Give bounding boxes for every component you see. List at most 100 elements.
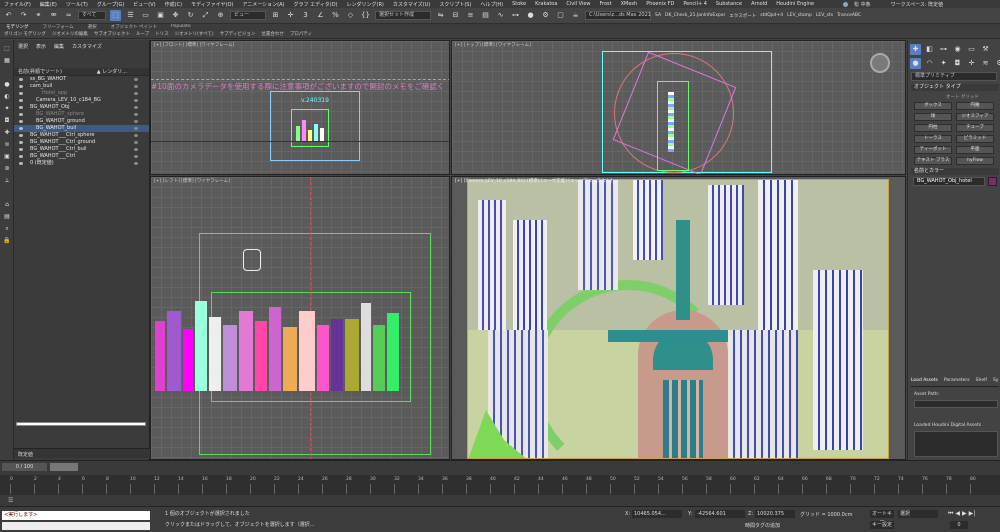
- create-menu[interactable]: 作成(C): [165, 1, 182, 8]
- create-tab-icon[interactable]: ✚: [910, 44, 921, 55]
- graph-editors-menu[interactable]: グラフ エディタ(D): [294, 1, 338, 8]
- explorer-row[interactable]: BG_WAHOT_sphere: [14, 111, 149, 118]
- render-toggle-icon[interactable]: [134, 106, 138, 109]
- asset-path-field[interactable]: [914, 400, 998, 408]
- ribbon-properties[interactable]: プロパティ: [290, 31, 312, 38]
- explorer-row[interactable]: BG_WAHOT_ground: [14, 118, 149, 125]
- explorer-row[interactable]: BG_WAHOT_buil: [14, 125, 149, 132]
- timeline-menu-icon[interactable]: ☰: [8, 497, 22, 505]
- display-tab-icon[interactable]: ▭: [966, 44, 977, 55]
- plane-button[interactable]: 平面: [956, 146, 994, 154]
- autogrid-checkbox[interactable]: オート グリッド: [946, 94, 979, 100]
- ribbon-tab-populate[interactable]: Populate: [171, 24, 191, 31]
- visibility-eye-icon[interactable]: [19, 78, 23, 81]
- hyflow-button[interactable]: hyFlow: [956, 157, 994, 165]
- geosphere-button[interactable]: ジオスフィア: [956, 113, 994, 121]
- ribbon-tab-selection[interactable]: 選択: [88, 24, 97, 31]
- cone-button[interactable]: 円錐: [956, 102, 994, 110]
- scripting-menu[interactable]: スクリプト(S): [439, 1, 471, 8]
- motion-tab-icon[interactable]: ◉: [952, 44, 963, 55]
- visibility-eye-icon[interactable]: [19, 134, 23, 137]
- explorer-row[interactable]: BG_WAHOT___Ctrl_sphere: [14, 132, 149, 139]
- loaded-assets-list[interactable]: [914, 431, 998, 457]
- visibility-eye-icon[interactable]: [19, 162, 23, 165]
- viewport-left-label[interactable]: [+] [レフト] [標準] [ワイヤフレーム]: [154, 178, 230, 184]
- animation-menu[interactable]: アニメーション(A): [242, 1, 284, 8]
- ribbon-tab-freeform[interactable]: フリーフォーム: [43, 24, 74, 31]
- toolbar-tab-stdqpd[interactable]: stdQpd+4: [760, 13, 783, 18]
- load-assets-tab[interactable]: Load Assets: [911, 378, 938, 386]
- filter-geometry-icon[interactable]: ●: [2, 80, 12, 90]
- spacewarps-icon[interactable]: ≋: [980, 58, 991, 69]
- toggle-ribbon-icon[interactable]: ▤: [480, 10, 491, 21]
- modify-tab-icon[interactable]: ◧: [924, 44, 935, 55]
- explorer-row[interactable]: ss_BG_WAHOT: [14, 76, 149, 83]
- phoenix-fd-menu[interactable]: Phoenix FD: [646, 1, 674, 7]
- tube-button[interactable]: チューブ: [956, 124, 994, 132]
- lock-icon[interactable]: 🔒: [2, 236, 12, 246]
- object-color-swatch[interactable]: [988, 177, 997, 186]
- sphere-button[interactable]: 球: [914, 113, 952, 121]
- mirror-icon[interactable]: ⇋: [435, 10, 446, 21]
- parameters-tab[interactable]: Parameters: [944, 378, 970, 386]
- toolbar-tab-sa[interactable]: SA: [655, 13, 661, 18]
- rotate-icon[interactable]: ↻: [185, 10, 196, 21]
- explorer-row[interactable]: BG_WAHOT___Ctrl_ground: [14, 139, 149, 146]
- rendered-frame-icon[interactable]: ▢: [555, 10, 566, 21]
- textplus-button[interactable]: テキスト プラス: [914, 157, 952, 165]
- add-time-tag[interactable]: 時間タグの追加: [745, 522, 780, 529]
- explorer-row[interactable]: BG_WAHOT___Ctrl_buil: [14, 146, 149, 153]
- curve-editor-icon[interactable]: ∿: [495, 10, 506, 21]
- toolbar-tab-lev-sts[interactable]: LEV_sts: [816, 13, 833, 18]
- render-toggle-icon[interactable]: [134, 113, 138, 116]
- toolbar-tab-trance[interactable]: TranceABC: [837, 13, 861, 18]
- explorer-row[interactable]: cam_buil: [14, 83, 149, 90]
- user-name[interactable]: 松 中条: [854, 1, 871, 8]
- filter-groups-icon[interactable]: ▣: [2, 152, 12, 162]
- project-path-field[interactable]: C:\Users\z...ds Max 2021: [585, 11, 651, 20]
- render-setup-icon[interactable]: ⚙: [540, 10, 551, 21]
- object-name-field[interactable]: BG_WAHOT_Obj_hotel: [913, 177, 985, 186]
- maxscript-listener-field[interactable]: <実行します>: [2, 511, 150, 520]
- filter-lights-icon[interactable]: ✦: [2, 104, 12, 114]
- percent-snap-icon[interactable]: %: [330, 10, 341, 21]
- prev-frame-icon[interactable]: ◀: [955, 510, 960, 518]
- align-icon[interactable]: ⊟: [450, 10, 461, 21]
- layer-sort-icon[interactable]: ▤: [2, 212, 12, 222]
- explorer-display-icon[interactable]: ▦: [2, 56, 12, 66]
- link-icon[interactable]: ⚭: [33, 10, 44, 21]
- key-filter-dropdown[interactable]: 選択: [898, 510, 938, 518]
- ribbon-tris[interactable]: トリス: [155, 31, 169, 38]
- manipulate-icon[interactable]: ✛: [285, 10, 296, 21]
- viewport-left[interactable]: [+] [レフト] [標準] [ワイヤフレーム]: [150, 176, 450, 460]
- utilities-tab-icon[interactable]: ⚒: [980, 44, 991, 55]
- named-selection-set-field[interactable]: 選択セット作成: [375, 11, 431, 20]
- next-frame-icon[interactable]: ▶|: [969, 510, 976, 518]
- explorer-tab-edit[interactable]: 編集: [54, 43, 64, 50]
- x-coord-field[interactable]: 10465.054...: [632, 510, 682, 518]
- autokey-button[interactable]: オートキー: [870, 510, 894, 525]
- shelf-tab[interactable]: Shelf: [976, 378, 987, 386]
- render-toggle-icon[interactable]: [134, 127, 138, 130]
- explorer-tab-customize[interactable]: カスタマイズ: [72, 43, 102, 50]
- teapot-button[interactable]: ティーポット: [914, 146, 952, 154]
- user-icon[interactable]: [843, 1, 848, 7]
- visibility-eye-icon[interactable]: [19, 141, 23, 144]
- explorer-row[interactable]: BG_WAHOT_Obj: [14, 104, 149, 111]
- explorer-tab-display[interactable]: 表示: [36, 43, 46, 50]
- krakatoa-menu[interactable]: Krakatoa: [535, 1, 557, 7]
- substance-menu[interactable]: Substance: [716, 1, 742, 7]
- y-coord-field[interactable]: -42564.601: [695, 510, 745, 518]
- ribbon-tab-object-paint[interactable]: オブジェクト ペイント: [111, 24, 157, 31]
- civil-view-menu[interactable]: Civil View: [566, 1, 590, 7]
- render-toggle-icon[interactable]: [134, 92, 138, 95]
- render-toggle-icon[interactable]: [134, 99, 138, 102]
- name-color-header[interactable]: 名前とカラー: [911, 168, 999, 175]
- render-toggle-icon[interactable]: [134, 155, 138, 158]
- help-menu[interactable]: ヘルプ(H): [480, 1, 503, 8]
- scale-icon[interactable]: ⤢: [200, 10, 211, 21]
- hierarchy-icon[interactable]: ⌂: [2, 200, 12, 210]
- edit-named-selection-icon[interactable]: {}: [360, 10, 371, 21]
- shapes-icon[interactable]: ◠: [924, 58, 935, 69]
- viewport-top-label[interactable]: [+] [トップ] [標準] [ワイヤフレーム]: [455, 42, 531, 48]
